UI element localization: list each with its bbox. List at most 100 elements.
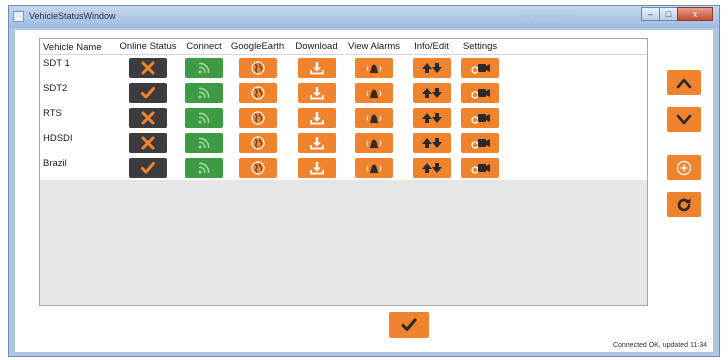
- row-filler: [502, 105, 647, 130]
- camera-settings-icon: [471, 88, 490, 99]
- info-edit-button[interactable]: [412, 107, 451, 128]
- chevron-up-icon: [676, 78, 692, 88]
- settings-button-cell: [458, 80, 502, 105]
- settings-button[interactable]: [461, 57, 499, 78]
- online-status-button[interactable]: [129, 132, 167, 153]
- minimize-button[interactable]: –: [641, 7, 660, 21]
- blurred-title-text: ··· ········ ···: [521, 13, 574, 20]
- signal-icon: [198, 137, 210, 148]
- view-alarms-button[interactable]: [355, 157, 393, 178]
- check-icon: [141, 86, 155, 98]
- online-status-button-cell: [113, 80, 183, 105]
- table-row[interactable]: SDT 1: [40, 55, 647, 80]
- up-down-arrows-icon: [421, 137, 442, 148]
- window-title: VehicleStatusWindow: [29, 11, 116, 21]
- vehicle-name: Brazil: [43, 158, 67, 169]
- connect-button[interactable]: [185, 107, 223, 128]
- row-filler: [502, 55, 647, 80]
- maximize-button[interactable]: □: [659, 7, 678, 21]
- download-icon: [309, 136, 324, 149]
- title-bar[interactable]: VehicleStatusWindow ··· ········ ··· – □…: [9, 6, 719, 28]
- settings-button[interactable]: [461, 107, 499, 128]
- table-header: Vehicle Name Online Status Connect Googl…: [40, 39, 647, 55]
- globe-icon: [250, 85, 265, 100]
- status-text: Connected OK, updated 11:34: [612, 342, 707, 349]
- ok-button[interactable]: [389, 312, 429, 338]
- download-button[interactable]: [297, 157, 336, 178]
- googleearth-button[interactable]: [238, 82, 277, 103]
- view-alarms-button[interactable]: [355, 82, 393, 103]
- table-body: SDT 1 SDT2 RTS HDSDI Brazil: [40, 55, 647, 180]
- download-button[interactable]: [297, 82, 336, 103]
- globe-icon: [250, 110, 265, 125]
- online-status-button[interactable]: [129, 157, 167, 178]
- online-status-button[interactable]: [129, 107, 167, 128]
- googleearth-button[interactable]: [238, 157, 277, 178]
- connect-button-cell: [183, 105, 225, 130]
- settings-button[interactable]: [461, 132, 499, 153]
- scroll-down-button[interactable]: [667, 107, 701, 132]
- info-edit-button-cell: [405, 130, 458, 155]
- row-filler: [502, 130, 647, 155]
- info-edit-button[interactable]: [412, 82, 451, 103]
- connect-button[interactable]: [185, 57, 223, 78]
- scroll-up-button[interactable]: [667, 70, 701, 95]
- download-button-cell: [290, 105, 343, 130]
- add-vehicle-button[interactable]: [667, 155, 701, 180]
- camera-settings-icon: [471, 163, 490, 174]
- view-alarms-button-cell: [343, 80, 405, 105]
- up-down-arrows-icon: [421, 87, 442, 98]
- header-filler: [502, 39, 647, 54]
- table-row[interactable]: HDSDI: [40, 130, 647, 155]
- connect-button[interactable]: [185, 157, 223, 178]
- vehicle-table: Vehicle Name Online Status Connect Googl…: [39, 38, 648, 306]
- settings-button-cell: [458, 105, 502, 130]
- download-button[interactable]: [297, 107, 336, 128]
- column-header-connect: Connect: [186, 41, 222, 52]
- alarm-bell-icon: [366, 64, 382, 73]
- info-edit-button-cell: [405, 55, 458, 80]
- online-status-button[interactable]: [129, 82, 167, 103]
- table-row[interactable]: RTS: [40, 105, 647, 130]
- connect-button[interactable]: [185, 82, 223, 103]
- column-header-online-status: Online Status: [119, 41, 177, 52]
- googleearth-button-cell: [225, 105, 290, 130]
- up-down-arrows-icon: [421, 162, 442, 173]
- window-content: Vehicle Name Online Status Connect Googl…: [15, 30, 713, 352]
- globe-icon: [250, 160, 265, 175]
- view-alarms-button[interactable]: [355, 107, 393, 128]
- app-icon: [13, 11, 24, 22]
- check-icon: [401, 318, 417, 331]
- online-status-button[interactable]: [129, 57, 167, 78]
- camera-settings-icon: [471, 113, 490, 124]
- table-row[interactable]: SDT2: [40, 80, 647, 105]
- info-edit-button[interactable]: [412, 57, 451, 78]
- download-button[interactable]: [297, 57, 336, 78]
- column-header-vehicle-name: Vehicle Name: [43, 42, 102, 53]
- settings-button-cell: [458, 155, 502, 180]
- googleearth-button[interactable]: [238, 107, 277, 128]
- x-icon: [141, 111, 155, 124]
- column-header-info-edit: Info/Edit: [414, 41, 449, 52]
- view-alarms-button[interactable]: [355, 57, 393, 78]
- settings-button-cell: [458, 130, 502, 155]
- refresh-button[interactable]: [667, 192, 701, 217]
- column-header-download: Download: [295, 41, 338, 52]
- googleearth-button[interactable]: [238, 132, 277, 153]
- info-edit-button[interactable]: [412, 132, 451, 153]
- up-down-arrows-icon: [421, 112, 442, 123]
- download-button-cell: [290, 55, 343, 80]
- connect-button-cell: [183, 155, 225, 180]
- settings-button[interactable]: [461, 82, 499, 103]
- info-edit-button-cell: [405, 105, 458, 130]
- googleearth-button[interactable]: [238, 57, 277, 78]
- view-alarms-button[interactable]: [355, 132, 393, 153]
- info-edit-button[interactable]: [412, 157, 451, 178]
- close-button[interactable]: x: [677, 7, 713, 21]
- settings-button[interactable]: [461, 157, 499, 178]
- connect-button-cell: [183, 55, 225, 80]
- table-row[interactable]: Brazil: [40, 155, 647, 180]
- download-button[interactable]: [297, 132, 336, 153]
- connect-button[interactable]: [185, 132, 223, 153]
- column-header-view-alarms: View Alarms: [347, 41, 401, 52]
